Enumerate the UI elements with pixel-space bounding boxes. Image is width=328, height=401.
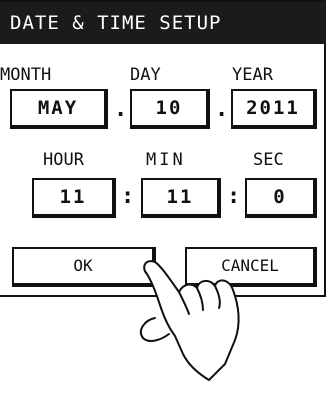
date-separator: . (215, 97, 229, 122)
year-field[interactable]: 2011 (231, 89, 317, 129)
hour-field[interactable]: 11 (32, 178, 116, 218)
sec-label: SEC (253, 150, 284, 170)
year-label: YEAR (232, 65, 273, 85)
min-label: MIN (146, 150, 186, 170)
title-bar: DATE & TIME SETUP (0, 2, 326, 44)
hour-label: HOUR (43, 150, 84, 170)
month-label: MONTH (0, 65, 52, 85)
sec-field[interactable]: 0 (245, 178, 317, 218)
day-field[interactable]: 10 (130, 89, 210, 129)
min-field[interactable]: 11 (141, 178, 221, 218)
day-label: DAY (130, 65, 161, 85)
month-field[interactable]: MAY (10, 89, 108, 129)
hand-pointer-icon (139, 260, 240, 381)
date-separator: . (114, 97, 128, 122)
time-separator: : (227, 184, 241, 209)
time-separator: : (121, 184, 135, 209)
